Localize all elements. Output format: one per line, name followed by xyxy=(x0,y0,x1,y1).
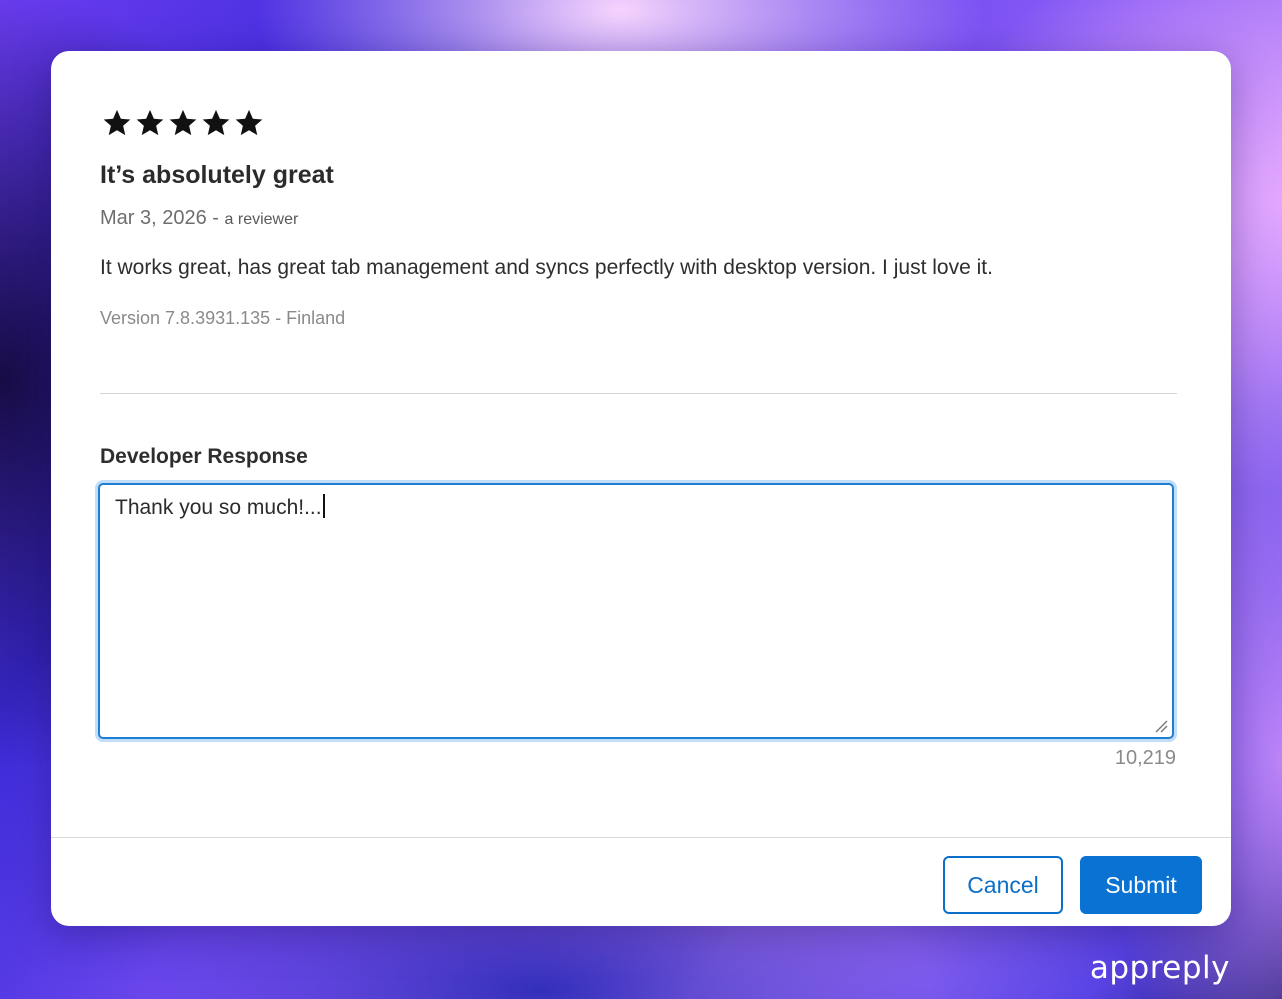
cancel-button[interactable]: Cancel xyxy=(943,856,1063,914)
review-version-info: Version 7.8.3931.135 - Finland xyxy=(100,308,346,328)
character-count: 10,219 xyxy=(1114,747,1176,769)
star-icon xyxy=(235,109,263,136)
review-date: Mar 3, 2026 xyxy=(100,207,207,229)
star-icon xyxy=(136,109,164,136)
star-icon xyxy=(202,109,230,136)
review-meta: Mar 3, 2026 - a reviewer xyxy=(100,207,298,230)
review-response-dialog: It’s absolutely great Mar 3, 2026 - a re… xyxy=(51,51,1231,926)
brand-logo: appreply xyxy=(1089,950,1230,986)
review-title: It’s absolutely great xyxy=(100,161,334,189)
developer-response-textarea[interactable]: Thank you so much!... xyxy=(98,483,1174,739)
response-text-value[interactable]: Thank you so much!... xyxy=(115,494,325,520)
footer-divider xyxy=(51,837,1231,838)
reviewer-name: a reviewer xyxy=(224,211,299,228)
review-body: It works great, has great tab management… xyxy=(100,256,993,279)
section-divider xyxy=(100,393,1177,394)
star-icon xyxy=(169,109,197,136)
submit-button[interactable]: Submit xyxy=(1080,856,1202,914)
resize-handle-icon[interactable] xyxy=(1154,719,1168,733)
meta-separator: - xyxy=(206,207,225,229)
star-icon xyxy=(103,109,131,136)
response-text-content: Thank you so much!... xyxy=(115,496,322,519)
star-rating xyxy=(101,107,265,139)
developer-response-label: Developer Response xyxy=(100,445,308,468)
text-caret xyxy=(322,494,325,518)
